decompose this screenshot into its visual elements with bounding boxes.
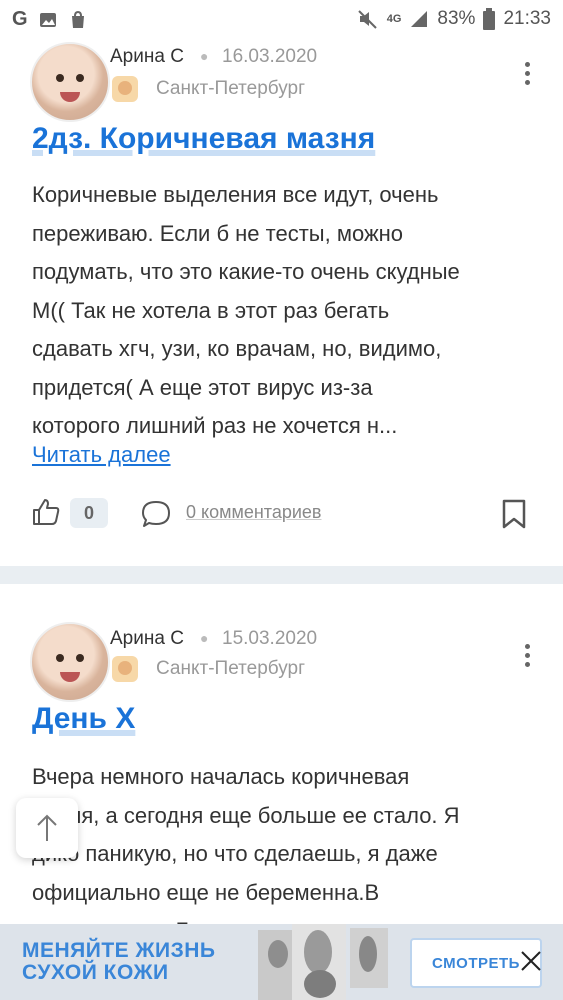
author-name[interactable]: Арина С — [110, 628, 184, 650]
status-bar: G 4G 83% 21:33 — [0, 0, 563, 36]
ad-headline-line: МЕНЯЙТЕ ЖИЗНЬ — [22, 939, 216, 962]
body-line: переживаю. Если б не тесты, можно — [32, 220, 404, 246]
user-badge-icon — [112, 656, 138, 682]
signal-icon — [411, 11, 428, 27]
body-line: придется( А еще этот вирус из-за — [32, 374, 373, 400]
more-options-icon[interactable] — [525, 62, 531, 85]
clock: 21:33 — [503, 8, 551, 29]
read-more-link[interactable]: Читать далее — [32, 442, 171, 468]
author-city: Санкт-Петербург — [156, 658, 306, 679]
author-name[interactable]: Арина С — [110, 46, 184, 68]
body-line: Вчера немного началась коричневая — [32, 764, 410, 789]
ad-image — [258, 924, 388, 1000]
battery-icon — [483, 8, 496, 30]
ad-headline-line: СУХОЙ КОЖИ — [22, 961, 169, 984]
avatar-eye-icon — [56, 654, 64, 662]
scroll-to-top-button[interactable] — [16, 798, 78, 858]
avatar-eye-icon — [76, 74, 84, 82]
shopping-bag-icon — [71, 10, 84, 28]
avatar-eye-icon — [76, 654, 84, 662]
user-badge-icon — [112, 76, 138, 102]
like-icon[interactable] — [30, 496, 62, 528]
body-line: сдавать хгч, узи, ко врачам, но, видимо, — [32, 336, 442, 361]
avatar-mouth-icon — [60, 92, 80, 102]
close-icon[interactable] — [516, 946, 546, 976]
avatar[interactable] — [30, 42, 110, 122]
post-title[interactable]: День Х — [32, 702, 135, 736]
body-line: Коричневые выделения все идут, очень — [32, 182, 439, 207]
post-date: 15.03.2020 — [222, 628, 318, 649]
network-type: 4G — [386, 13, 402, 25]
post-card: Арина С ● 16.03.2020 Санкт-Петербург 2дз… — [0, 36, 563, 566]
ad-banner[interactable]: МЕНЯЙТЕ ЖИЗНЬ СУХОЙ КОЖИ СМОТРЕТЬ — [0, 924, 563, 1000]
avatar-eye-icon — [56, 74, 64, 82]
like-count: 0 — [70, 498, 108, 528]
body-line: мазня, а сегодня еще больше ее стало. Я — [32, 802, 460, 828]
author-city: Санкт-Петербург — [156, 78, 306, 99]
arrow-up-icon — [37, 814, 57, 841]
battery-percent: 83% — [437, 8, 476, 29]
separator-dot-icon: ● — [200, 630, 209, 646]
post-card: Арина С ● 15.03.2020 Санкт-Петербург Ден… — [0, 584, 563, 943]
body-line: подумать, что это какие-то очень скудные — [32, 259, 460, 284]
post-body: Коричневые выделения все идут, очень пер… — [32, 176, 532, 446]
bookmark-icon[interactable] — [500, 498, 528, 530]
body-line: дико паникую, но что сделаешь, я даже — [32, 841, 438, 866]
more-options-icon[interactable] — [525, 644, 531, 667]
body-line: официально еще не беременна.В — [32, 879, 380, 905]
body-line: М(( Так не хотела в этот раз бегать — [32, 297, 390, 323]
post-body: Вчера немного началась коричневая мазня,… — [32, 758, 532, 951]
google-icon: G — [12, 8, 28, 30]
avatar-mouth-icon — [60, 672, 80, 682]
body-line: которого лишний раз не хочется н... — [32, 413, 398, 438]
comment-icon[interactable] — [140, 498, 172, 530]
avatar[interactable] — [30, 622, 110, 702]
post-title[interactable]: 2дз. Коричневая мазня — [32, 122, 375, 156]
image-icon — [39, 12, 56, 27]
comments-link[interactable]: 0 комментариев — [186, 502, 322, 523]
post-date: 16.03.2020 — [222, 46, 318, 67]
separator-dot-icon: ● — [200, 48, 209, 64]
mute-icon — [358, 10, 377, 29]
ad-headline: МЕНЯЙТЕ ЖИЗНЬ СУХОЙ КОЖИ — [22, 940, 216, 984]
